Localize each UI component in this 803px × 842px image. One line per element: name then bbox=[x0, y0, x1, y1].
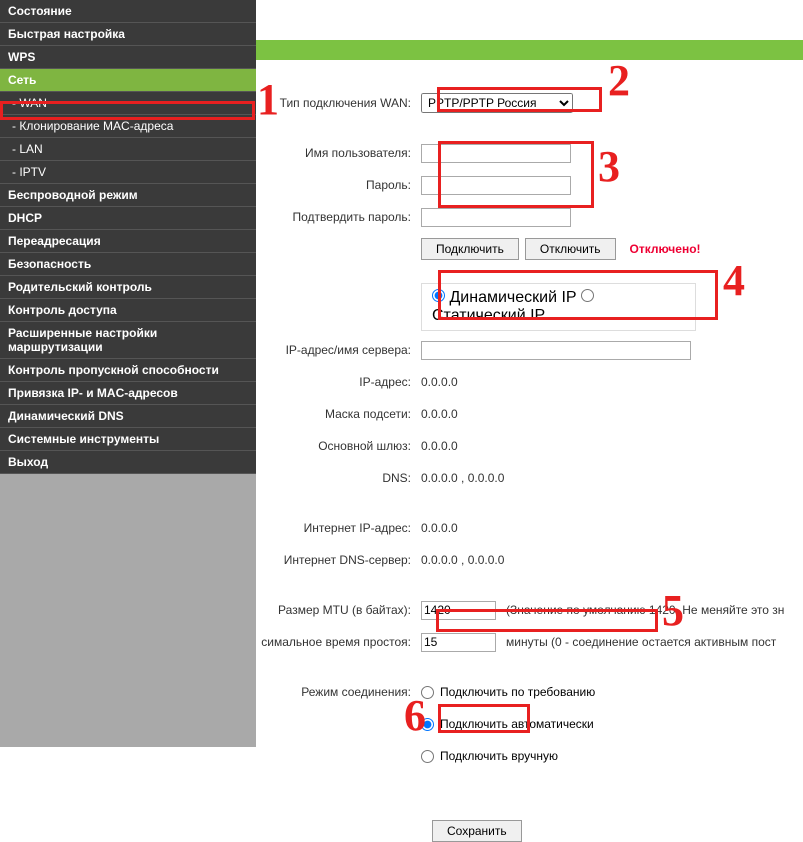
sidebar-item-dhcp[interactable]: DHCP bbox=[0, 207, 256, 230]
label-inet-ip: Интернет IP-адрес: bbox=[256, 521, 421, 535]
idle-input[interactable] bbox=[421, 633, 496, 652]
mtu-input[interactable] bbox=[421, 601, 496, 620]
sidebar-item-status[interactable]: Состояние bbox=[0, 0, 256, 23]
label-username: Имя пользователя: bbox=[256, 146, 421, 160]
radio-manual[interactable]: Подключить вручную bbox=[421, 749, 558, 763]
connection-status: Отключено! bbox=[630, 242, 701, 256]
sidebar-item-logout[interactable]: Выход bbox=[0, 451, 256, 474]
wan-type-select[interactable]: PPTP/PPTP Россия bbox=[421, 93, 573, 113]
sidebar-item-access[interactable]: Контроль доступа bbox=[0, 299, 256, 322]
main-panel: Тип подключения WAN: PPTP/PPTP Россия Им… bbox=[256, 0, 803, 747]
inet-dns-value: 0.0.0.0 , 0.0.0.0 bbox=[421, 553, 504, 567]
radio-on-demand[interactable]: Подключить по требованию bbox=[421, 685, 595, 699]
label-dns: DNS: bbox=[256, 471, 421, 485]
sidebar-item-forwarding[interactable]: Переадресация bbox=[0, 230, 256, 253]
disconnect-button[interactable]: Отключить bbox=[525, 238, 616, 260]
label-inet-dns: Интернет DNS-сервер: bbox=[256, 553, 421, 567]
sidebar-item-lan[interactable]: - LAN bbox=[0, 138, 256, 161]
label-password: Пароль: bbox=[256, 178, 421, 192]
gateway-value: 0.0.0.0 bbox=[421, 439, 458, 453]
sidebar-item-iptv[interactable]: - IPTV bbox=[0, 161, 256, 184]
sidebar: Состояние Быстрая настройка WPS Сеть - W… bbox=[0, 0, 256, 747]
sidebar-item-security[interactable]: Безопасность bbox=[0, 253, 256, 276]
radio-auto[interactable]: Подключить автоматически bbox=[421, 717, 594, 731]
label-confirm-password: Подтвердить пароль: bbox=[256, 210, 421, 224]
label-mtu: Размер MTU (в байтах): bbox=[256, 603, 421, 617]
mtu-hint: (Значение по умолчанию 1420. Не меняйте … bbox=[506, 603, 784, 617]
sidebar-item-ipmac[interactable]: Привязка IP- и MAC-адресов bbox=[0, 382, 256, 405]
sidebar-item-bandwidth[interactable]: Контроль пропускной способности bbox=[0, 359, 256, 382]
sidebar-item-network[interactable]: Сеть bbox=[0, 69, 256, 92]
radio-dynamic-ip[interactable]: Динамический IP bbox=[432, 289, 576, 306]
sidebar-item-wan[interactable]: - WAN bbox=[0, 92, 256, 115]
label-wan-type: Тип подключения WAN: bbox=[256, 96, 421, 110]
label-idle: симальное время простоя: bbox=[256, 635, 421, 649]
sidebar-item-macclone[interactable]: - Клонирование MAC-адреса bbox=[0, 115, 256, 138]
inet-ip-value: 0.0.0.0 bbox=[421, 521, 458, 535]
label-server: IP-адрес/имя сервера: bbox=[256, 343, 421, 357]
sidebar-item-parental[interactable]: Родительский контроль bbox=[0, 276, 256, 299]
mask-value: 0.0.0.0 bbox=[421, 407, 458, 421]
sidebar-item-ddns[interactable]: Динамический DNS bbox=[0, 405, 256, 428]
label-gateway: Основной шлюз: bbox=[256, 439, 421, 453]
connect-button[interactable]: Подключить bbox=[421, 238, 519, 260]
label-conn-mode: Режим соединения: bbox=[256, 685, 421, 699]
green-bar bbox=[256, 40, 803, 60]
server-input[interactable] bbox=[421, 341, 691, 360]
ip-value: 0.0.0.0 bbox=[421, 375, 458, 389]
idle-hint: минуты (0 - соединение остается активным… bbox=[506, 635, 776, 649]
label-mask: Маска подсети: bbox=[256, 407, 421, 421]
sidebar-item-quicksetup[interactable]: Быстрая настройка bbox=[0, 23, 256, 46]
password-input[interactable] bbox=[421, 176, 571, 195]
dns-value: 0.0.0.0 , 0.0.0.0 bbox=[421, 471, 504, 485]
username-input[interactable] bbox=[421, 144, 571, 163]
sidebar-item-wireless[interactable]: Беспроводной режим bbox=[0, 184, 256, 207]
sidebar-item-routing[interactable]: Расширенные настройки маршрутизации bbox=[0, 322, 256, 359]
confirm-password-input[interactable] bbox=[421, 208, 571, 227]
label-ip: IP-адрес: bbox=[256, 375, 421, 389]
save-button[interactable]: Сохранить bbox=[432, 820, 522, 842]
sidebar-item-wps[interactable]: WPS bbox=[0, 46, 256, 69]
sidebar-item-systools[interactable]: Системные инструменты bbox=[0, 428, 256, 451]
